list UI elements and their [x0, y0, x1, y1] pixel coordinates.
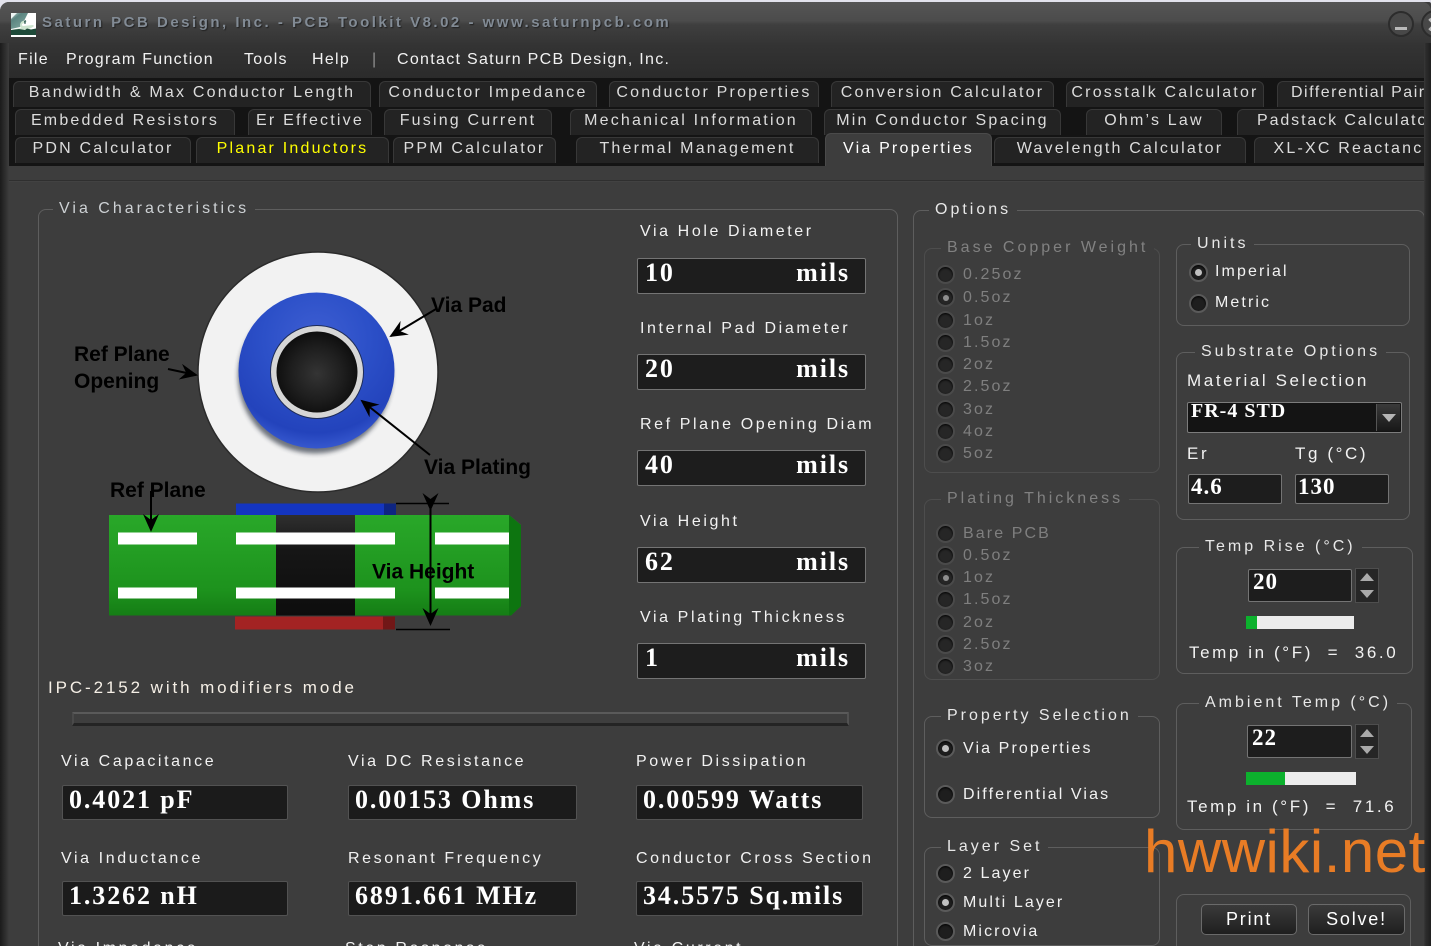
- svg-text:Via Height: Via Height: [372, 561, 474, 584]
- svg-text:Opening: Opening: [74, 370, 159, 393]
- svg-text:Via Pad: Via Pad: [431, 294, 507, 317]
- svg-text:Ref Plane: Ref Plane: [74, 343, 170, 366]
- svg-text:Ref Plane: Ref Plane: [110, 479, 206, 502]
- svg-text:Via Plating: Via Plating: [424, 456, 531, 479]
